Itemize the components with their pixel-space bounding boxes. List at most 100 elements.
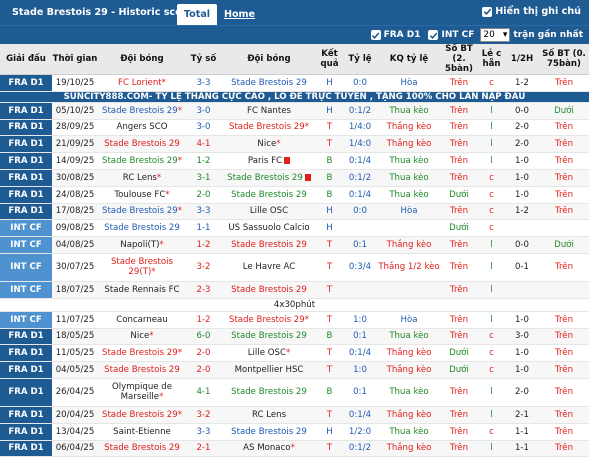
home-team[interactable]: Olympique de Marseille* [98,378,186,407]
table-row[interactable]: INT CF 18/07/25 Stade Rennais FC 2-3 Stade B… [0,281,589,299]
home-team[interactable]: Angers SCO [98,119,186,137]
table-row[interactable]: FRA D1 24/08/25 Toulouse FC* 2-0 Stade Brest… [0,186,589,204]
match-score[interactable]: 2-0 [186,186,221,204]
match-count-select[interactable]: 20 ▾ [480,28,511,42]
match-score[interactable]: 1-1 [186,219,221,238]
show-notes-toggle[interactable]: Hiển thị ghi chú [482,6,581,17]
league-badge[interactable]: FRA D1 [0,328,52,346]
league-badge[interactable]: FRA D1 [0,344,52,363]
match-score[interactable]: 3-0 [186,102,221,120]
away-team[interactable]: RC Lens [221,406,317,424]
home-team[interactable]: Napoli(T)* [98,236,186,254]
table-row[interactable]: FRA D1 19/10/25 FC Lorient* 3-3 Stade Bresto… [0,74,589,92]
league-badge[interactable]: FRA D1 [0,423,52,441]
table-row[interactable]: FRA D1 20/04/25 Stade Brestois 29* 3-2 RC Le… [0,406,589,424]
tab-total[interactable]: Total [177,4,217,25]
filter-int-cf[interactable]: INT CF [428,30,474,40]
away-team[interactable]: Paris FC [221,152,317,170]
league-badge[interactable]: FRA D1 [0,169,52,187]
table-row[interactable]: FRA D1 21/09/25 Stade Brestois 29 4-1 Nice* T… [0,135,589,154]
away-team[interactable]: Stade Brestois 29 [221,236,317,254]
league-badge[interactable]: FRA D1 [0,406,52,424]
home-team[interactable]: Stade Brestois 29* [98,344,186,363]
match-score[interactable]: 3-3 [186,423,221,441]
home-team[interactable]: Stade Brestois 29* [98,406,186,424]
home-team[interactable]: Stade Rennais FC [98,281,186,299]
match-score[interactable]: 4-1 [186,378,221,407]
ad-banner-link[interactable]: SUNCITY888.COM- TỶ LỆ THẮNG CỰC CAO , LÔ… [0,91,589,103]
away-team[interactable]: Montpellier HSC [221,361,317,379]
away-team[interactable]: Lille OSC* [221,344,317,363]
match-score[interactable]: 3-2 [186,406,221,424]
table-row[interactable]: INT CF 30/07/25 Stade Brestois 29(T)* 3-2 Le… [0,253,589,282]
league-badge[interactable]: FRA D1 [0,361,52,379]
match-score[interactable]: 6-0 [186,328,221,346]
table-row[interactable]: FRA D1 30/08/25 RC Lens* 3-1 Stade Brestois … [0,169,589,187]
match-score[interactable]: 3-3 [186,74,221,92]
league-badge[interactable]: FRA D1 [0,119,52,137]
home-team[interactable]: Toulouse FC* [98,186,186,204]
away-team[interactable]: Nice* [221,135,317,154]
match-score[interactable]: 2-0 [186,361,221,379]
away-team[interactable]: Stade Brestois 29 [221,169,317,187]
home-team[interactable]: Concarneau [98,311,186,329]
away-team[interactable]: Stade Brestois 29* [221,311,317,329]
match-score[interactable]: 3-2 [186,253,221,282]
home-team[interactable]: Stade Brestois 29(T)* [98,253,186,282]
away-team[interactable]: Stade Brestois 29 [221,328,317,346]
match-score[interactable]: 2-3 [186,281,221,299]
league-badge[interactable]: FRA D1 [0,440,52,457]
league-badge[interactable]: FRA D1 [0,203,52,221]
table-row[interactable]: FRA D1 14/09/25 Stade Brestois 29* 1-2 Paris… [0,152,589,170]
checkbox-checked-icon[interactable] [370,30,381,40]
table-row[interactable]: FRA D1 17/08/25 Stade Brestois 29* 3-3 Lille… [0,203,589,221]
league-badge[interactable]: INT CF [0,311,52,329]
away-team[interactable]: Stade Brestois 29 [221,74,317,92]
filter-fra-d1[interactable]: FRA D1 [370,30,420,40]
league-badge[interactable]: INT CF [0,253,52,282]
away-team[interactable]: Lille OSC [221,203,317,221]
match-score[interactable]: 2-0 [186,344,221,363]
table-row[interactable]: FRA D1 28/09/25 Angers SCO 3-0 Stade Brestoi… [0,119,589,137]
match-score[interactable]: 4-1 [186,135,221,154]
away-team[interactable]: Stade Brestois 29 [221,423,317,441]
match-score[interactable]: 1-2 [186,311,221,329]
table-row[interactable]: FRA D1 13/04/25 Saint-Etienne 3-3 Stade Bres… [0,423,589,441]
home-team[interactable]: FC Lorient* [98,74,186,92]
home-team[interactable]: Stade Brestois 29* [98,203,186,221]
match-score[interactable]: 1-2 [186,152,221,170]
home-team[interactable]: Nice* [98,328,186,346]
league-badge[interactable]: FRA D1 [0,74,52,92]
league-badge[interactable]: INT CF [0,281,52,299]
home-team[interactable]: Stade Brestois 29 [98,135,186,154]
league-badge[interactable]: FRA D1 [0,378,52,407]
home-team[interactable]: RC Lens* [98,169,186,187]
league-badge[interactable]: FRA D1 [0,102,52,120]
away-team[interactable]: Le Havre AC [221,253,317,282]
table-row[interactable]: FRA D1 18/05/25 Nice* 6-0 Stade Brestois 29 B… [0,328,589,346]
home-team[interactable]: Stade Brestois 29 [98,219,186,238]
away-team[interactable]: AS Monaco* [221,440,317,457]
away-team[interactable]: Stade Brestois 29 [221,281,317,299]
table-row[interactable]: INT CF 09/08/25 Stade Brestois 29 1-1 US Sas… [0,219,589,238]
league-badge[interactable]: INT CF [0,219,52,238]
league-badge[interactable]: FRA D1 [0,152,52,170]
home-team[interactable]: Stade Brestois 29 [98,440,186,457]
ad-banner-row[interactable]: SUNCITY888.COM- TỶ LỆ THẮNG CỰC CAO , LÔ… [0,91,589,103]
home-team[interactable]: Stade Brestois 29* [98,102,186,120]
table-row[interactable]: FRA D1 06/04/25 Stade Brestois 29 2-1 AS Mon… [0,440,589,457]
home-team[interactable]: Saint-Etienne [98,423,186,441]
table-row[interactable]: FRA D1 11/05/25 Stade Brestois 29* 2-0 Lille… [0,344,589,363]
league-badge[interactable]: INT CF [0,236,52,254]
checkbox-checked-icon[interactable] [482,6,493,17]
match-score[interactable]: 3-1 [186,169,221,187]
league-badge[interactable]: FRA D1 [0,186,52,204]
away-team[interactable]: Stade Brestois 29* [221,119,317,137]
away-team[interactable]: Stade Brestois 29 [221,378,317,407]
table-row[interactable]: INT CF 04/08/25 Napoli(T)* 1-2 Stade Brestoi… [0,236,589,254]
home-team[interactable]: Stade Brestois 29* [98,152,186,170]
table-row[interactable]: FRA D1 04/05/25 Stade Brestois 29 2-0 Montpe… [0,361,589,379]
away-team[interactable]: FC Nantes [221,102,317,120]
match-score[interactable]: 3-0 [186,119,221,137]
table-row[interactable]: INT CF 11/07/25 Concarneau 1-2 Stade Brestoi… [0,311,589,329]
